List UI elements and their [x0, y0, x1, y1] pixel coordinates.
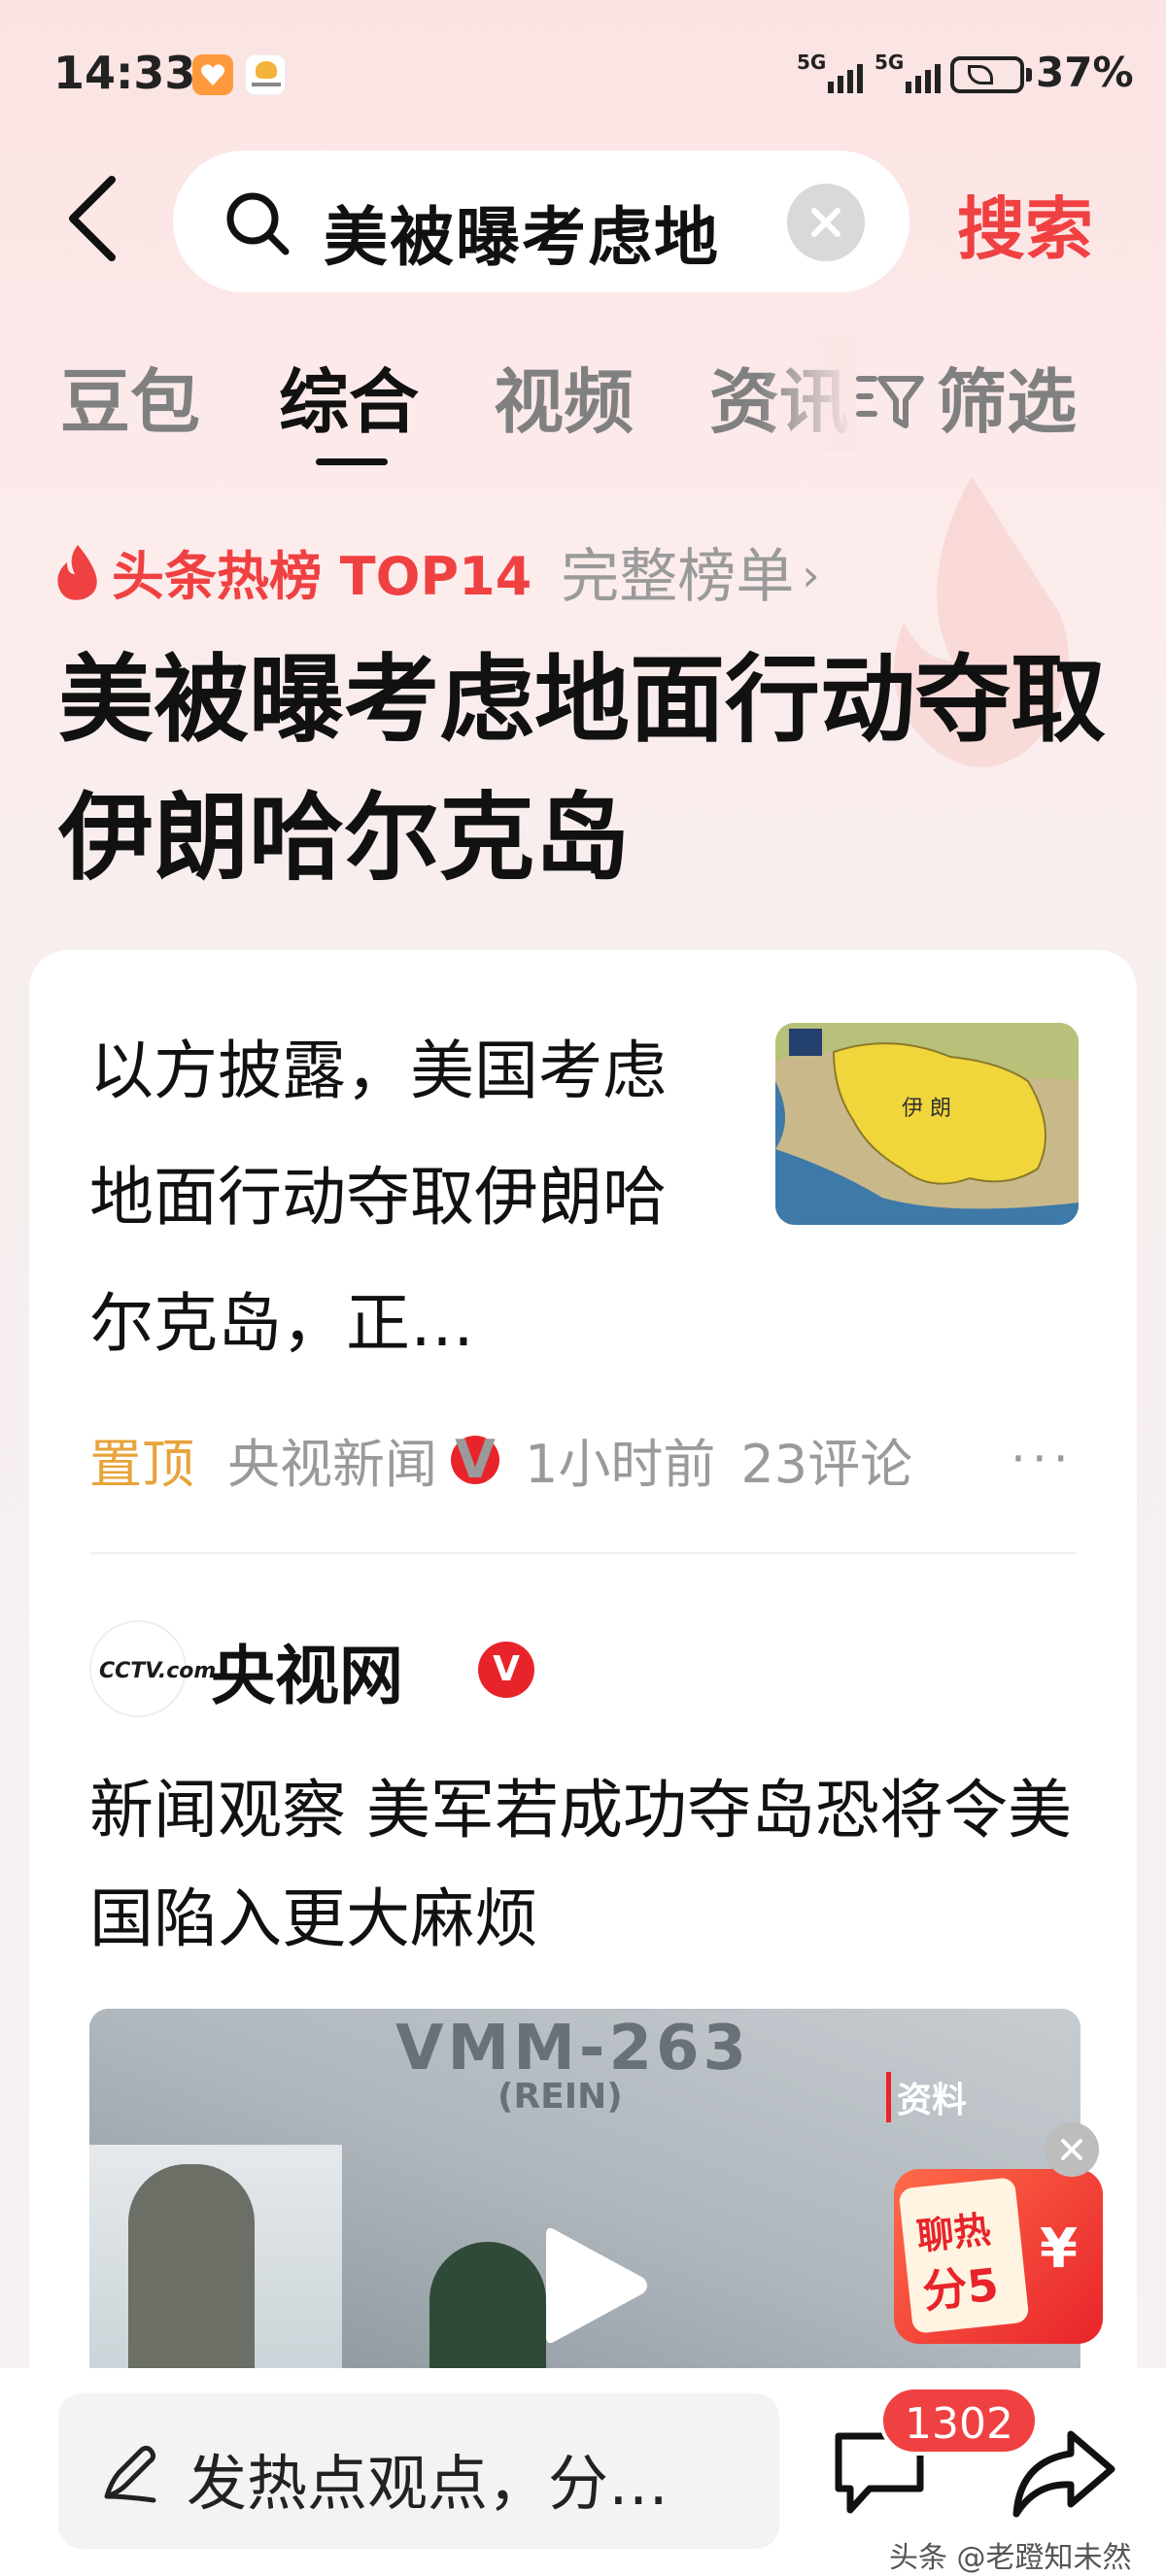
svg-text:伊 朗: 伊 朗	[902, 1097, 951, 1121]
search-box[interactable]: 美被曝考虑地	[173, 151, 909, 292]
verified-badge-icon: V	[451, 1433, 499, 1485]
hot-rank-tag: 头条热榜 TOP14	[112, 546, 532, 607]
article-title[interactable]: 新闻观察 美军若成功夺岛恐将令美国陷入更大麻烦	[89, 1756, 1080, 1974]
back-button[interactable]	[58, 165, 126, 272]
signal-icon-2: 5G	[874, 51, 952, 97]
battery-icon	[950, 56, 1024, 93]
share-icon[interactable]	[1011, 2426, 1117, 2520]
honor-app-icon	[245, 54, 286, 95]
article-thumbnail-map[interactable]: 伊 朗	[775, 1023, 1079, 1225]
comment-placeholder: 发热点观点，分…	[187, 2448, 669, 2519]
article-comments: 23评论	[740, 1434, 913, 1495]
author-name[interactable]: 央视网	[211, 1624, 403, 1717]
flame-icon	[57, 544, 97, 600]
app-notification-icon	[192, 54, 233, 95]
search-input[interactable]: 美被曝考虑地	[324, 186, 720, 279]
active-tab-indicator	[316, 458, 388, 465]
full-list-link[interactable]: 完整榜单 ›	[561, 529, 819, 614]
verified-badge-icon: V	[478, 1642, 534, 1698]
pen-icon	[104, 2445, 156, 2503]
article-time: 1小时前	[525, 1434, 716, 1495]
hot-list-row[interactable]: 头条热榜 TOP14 完整榜单 ›	[53, 529, 820, 611]
filter-button[interactable]: 筛选	[855, 345, 1077, 447]
hot-topic-title: 美被曝考虑地面行动夺取伊朗哈尔克岛	[58, 645, 1107, 894]
filter-label: 筛选	[937, 361, 1078, 443]
play-icon[interactable]	[536, 2218, 653, 2354]
promo-text: 分5	[919, 2257, 1002, 2319]
video-frame-text: VMM-263	[395, 2013, 751, 2085]
article-source[interactable]: 央视新闻	[227, 1421, 437, 1498]
tab-doubao[interactable]: 豆包	[60, 345, 200, 447]
filter-icon	[856, 376, 924, 429]
divider	[89, 1552, 1077, 1554]
search-button[interactable]: 搜索	[957, 175, 1093, 273]
search-icon	[223, 189, 292, 261]
comment-input[interactable]: 发热点观点，分…	[58, 2393, 779, 2549]
article-meta: 置顶 央视新闻 V 1小时前 23评论	[89, 1421, 912, 1499]
more-options-button[interactable]: ···	[1011, 1431, 1075, 1487]
promo-widget[interactable]: 聊热 分5 ¥	[894, 2122, 1103, 2346]
yen-icon: ¥	[1040, 2218, 1078, 2281]
clear-search-button[interactable]	[787, 184, 865, 261]
close-promo-button[interactable]	[1045, 2122, 1099, 2177]
article-title[interactable]: 以方披露，美国考虑地面行动夺取伊朗哈尔克岛，正…	[89, 1008, 711, 1387]
status-bar: 14:33 5G 5G 37%	[0, 0, 1166, 146]
close-icon	[1061, 2139, 1082, 2160]
tab-video[interactable]: 视频	[494, 345, 634, 447]
close-icon	[811, 208, 840, 237]
battery-percent: 37%	[1036, 49, 1134, 96]
video-frame-text: (REIN)	[497, 2077, 623, 2117]
pinned-badge: 置顶	[89, 1434, 194, 1495]
signal-icon-1: 5G	[797, 51, 884, 97]
avatar[interactable]: CCTV.com	[89, 1620, 216, 1717]
watermark: 头条 @老蹬知未然	[889, 2541, 1132, 2575]
video-source-tag: 资料	[886, 2072, 967, 2122]
chevron-right-icon: ›	[802, 549, 820, 601]
tab-general[interactable]: 综合	[279, 345, 419, 447]
status-time: 14:33	[53, 47, 196, 99]
